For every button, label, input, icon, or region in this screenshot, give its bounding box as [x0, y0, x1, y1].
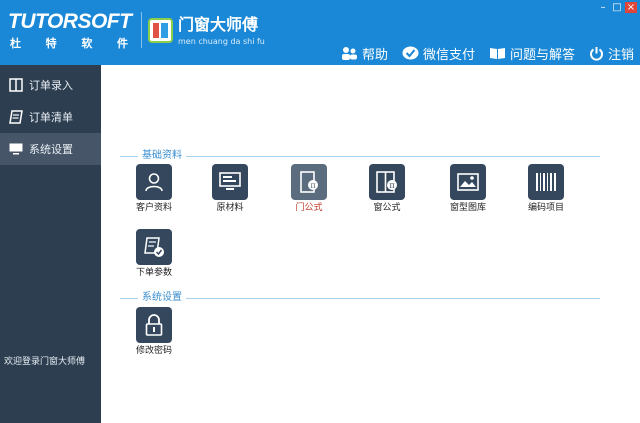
section-divider-right	[186, 156, 600, 157]
tile-label: 窗型图库	[449, 203, 486, 213]
tile-label: 修改密码	[135, 346, 172, 356]
tile-window-gallery[interactable]: 窗型图库	[438, 164, 498, 222]
brand-name: TUTORSOFT	[8, 10, 132, 33]
user-icon	[145, 173, 163, 192]
welcome-message: 欢迎登录门窗大师傅	[4, 357, 86, 367]
section-title-system-settings: 系统设置	[142, 292, 182, 303]
sidebar-item-label: 系统设置	[29, 143, 73, 156]
section-title-basic-data: 基础资料	[142, 150, 182, 161]
sidebar-item-order-entry[interactable]: 订单录入	[0, 69, 101, 101]
people-help-icon	[341, 46, 357, 60]
close-button[interactable]: ×	[625, 2, 637, 13]
product-name: 门窗大师傅	[178, 15, 259, 34]
help-button[interactable]: 帮助	[341, 44, 388, 63]
product-logo-icon	[148, 18, 173, 43]
wechat-pay-icon	[402, 46, 419, 59]
sidebar: 订单录入 订单清单 系统设置 欢迎登录门窗大师傅	[0, 65, 101, 423]
svg-text:π: π	[389, 181, 394, 190]
tile-label: 原材料	[216, 203, 244, 213]
brand-subtitle: 杜 特 软 件	[10, 37, 128, 50]
section-divider-right	[186, 298, 600, 299]
sidebar-item-label: 订单录入	[29, 79, 73, 92]
monitor-settings-icon	[9, 143, 23, 155]
order-params-icon	[144, 237, 164, 257]
faq-button[interactable]: 问题与解答	[489, 44, 575, 63]
maximize-button[interactable]: □	[611, 2, 623, 13]
lock-icon	[145, 314, 163, 336]
logout-button[interactable]: 注销	[589, 44, 634, 63]
wechat-pay-button[interactable]: 微信支付	[402, 44, 475, 63]
power-icon	[589, 46, 603, 61]
tile-label: 门公式	[295, 203, 323, 213]
product-pinyin: men chuang da shi fu	[178, 37, 265, 46]
tile-customer-info[interactable]: 客户资料	[124, 164, 184, 222]
top-toolbar: 帮助 微信支付 问题与解答 注销	[327, 44, 634, 63]
tile-order-parameters[interactable]: 下单参数	[124, 229, 184, 287]
order-entry-icon	[9, 78, 23, 92]
section-divider-left	[120, 156, 138, 157]
image-gallery-icon	[457, 173, 479, 191]
tile-label: 下单参数	[135, 268, 172, 278]
header-bar: TUTORSOFT 杜 特 软 件 门窗大师傅 men chuang da sh…	[0, 0, 640, 65]
tile-door-formula[interactable]: π 门公式	[279, 164, 339, 222]
section-divider-left	[120, 298, 138, 299]
sidebar-item-label: 订单清单	[29, 111, 73, 124]
brand-logo: TUTORSOFT 杜 特 软 件	[8, 10, 133, 52]
minimize-button[interactable]: –	[597, 2, 609, 13]
sidebar-item-system-settings[interactable]: 系统设置	[0, 133, 101, 165]
tile-window-formula[interactable]: π 窗公式	[357, 164, 417, 222]
tile-raw-material[interactable]: 原材料	[200, 164, 260, 222]
sidebar-item-order-list[interactable]: 订单清单	[0, 101, 101, 133]
tile-label: 客户资料	[135, 203, 172, 213]
barcode-icon	[536, 173, 556, 191]
window-formula-icon: π	[376, 171, 397, 193]
book-icon	[489, 48, 505, 59]
monitor-material-icon	[219, 172, 241, 190]
app-window: TUTORSOFT 杜 特 软 件 门窗大师傅 men chuang da sh…	[0, 0, 640, 423]
brand-divider	[141, 12, 142, 48]
tile-change-password[interactable]: 修改密码	[124, 307, 184, 365]
svg-text:π: π	[310, 181, 315, 190]
tile-code-items[interactable]: 编码项目	[516, 164, 576, 222]
order-list-icon	[9, 110, 23, 124]
tile-label: 编码项目	[527, 203, 564, 213]
door-formula-icon: π	[300, 171, 318, 193]
tile-label: 窗公式	[373, 203, 401, 213]
